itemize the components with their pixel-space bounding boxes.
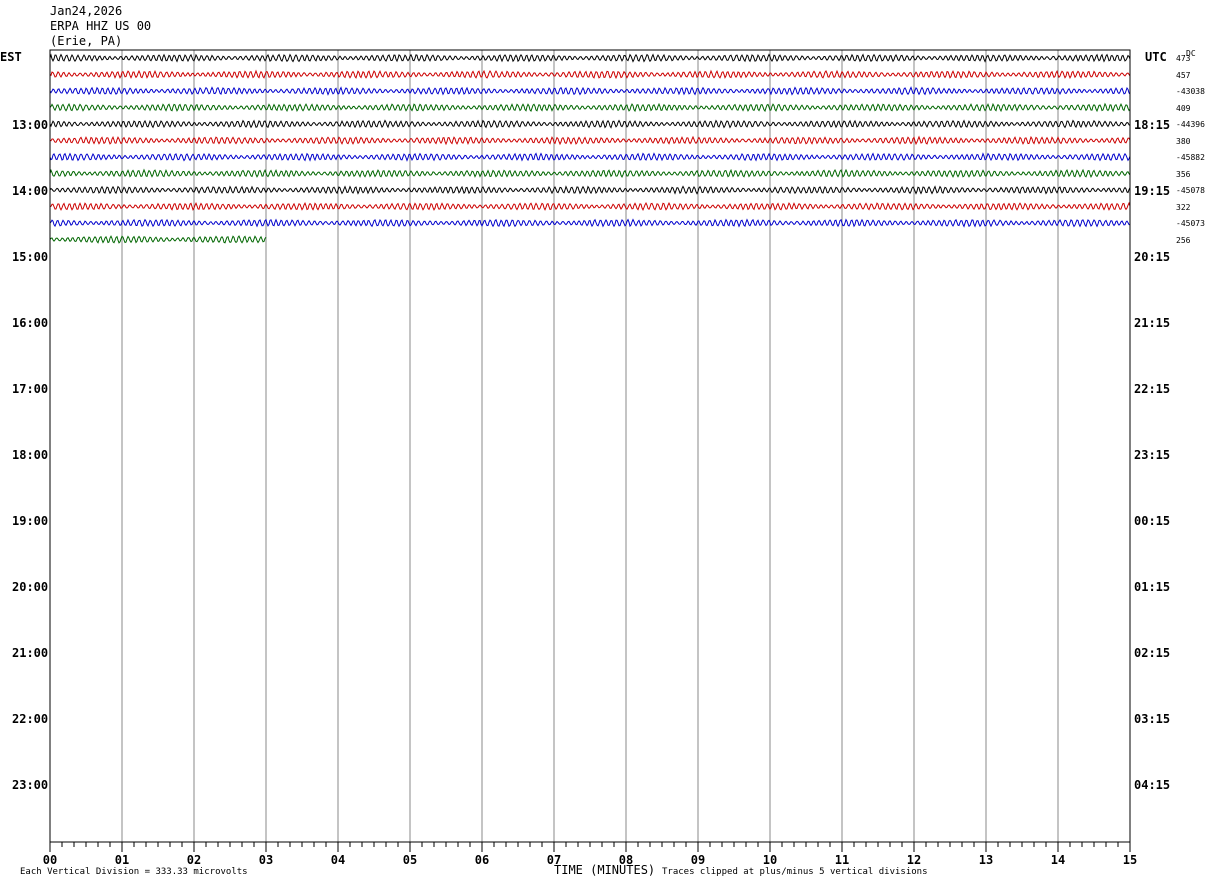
x-tick-label: 13 [978, 853, 994, 867]
trace-line [49, 218, 1131, 228]
right-hour-label: 18:15 [1134, 118, 1171, 132]
clip-note: Traces clipped at plus/minus 5 vertical … [662, 867, 928, 877]
left-hour-label: 23:00 [12, 778, 49, 792]
dc-offset-label: 457 [1176, 70, 1191, 80]
helicorder-plot [49, 49, 1131, 852]
dc-offset-label: 322 [1176, 202, 1191, 212]
left-hour-label: 18:00 [12, 448, 49, 462]
right-hour-label: 02:15 [1134, 646, 1171, 660]
right-hour-label: 23:15 [1134, 448, 1171, 462]
minute-grid [121, 50, 1059, 842]
left-hour-label: 14:00 [12, 184, 49, 198]
trace-line [49, 185, 1131, 195]
x-tick-label: 12 [906, 853, 922, 867]
x-tick-label: 05 [402, 853, 418, 867]
x-tick-label: 15 [1122, 853, 1138, 867]
trace-line [49, 235, 267, 244]
x-tick-label: 10 [762, 853, 778, 867]
trace-line [49, 86, 1131, 96]
right-timezone: UTC [1145, 50, 1167, 64]
left-hour-label: 17:00 [12, 382, 49, 396]
x-axis-ticks [49, 842, 1131, 852]
right-hour-label: 19:15 [1134, 184, 1171, 198]
right-hour-label: 22:15 [1134, 382, 1171, 396]
x-tick-label: 09 [690, 853, 706, 867]
right-hour-label: 21:15 [1134, 316, 1171, 330]
right-hour-label: 01:15 [1134, 580, 1171, 594]
left-hour-label: 21:00 [12, 646, 49, 660]
dc-offset-label: 356 [1176, 169, 1191, 179]
trace-line [49, 135, 1131, 146]
dc-offset-label: -45073 [1176, 219, 1205, 228]
station-location: (Erie, PA) [50, 34, 123, 48]
left-hour-label: 20:00 [12, 580, 49, 594]
left-hour-label: 13:00 [12, 118, 49, 132]
left-hour-label: 22:00 [12, 712, 49, 726]
station-code: ERPA HHZ US 00 [50, 19, 152, 33]
dc-offset-label: 256 [1176, 235, 1191, 245]
seismic-traces [49, 53, 1131, 244]
dc-offset-label: 473 [1176, 54, 1191, 63]
x-tick-label: 00 [42, 853, 58, 867]
scale-note: Each Vertical Division = 333.33 microvol… [20, 867, 248, 877]
right-hour-label: 04:15 [1134, 778, 1171, 792]
right-hour-label: 03:15 [1134, 712, 1171, 726]
left-timezone: EST [0, 50, 22, 64]
x-tick-label: 04 [330, 853, 346, 867]
dc-offset-label: 380 [1176, 136, 1191, 146]
dc-offset-label: -45078 [1176, 186, 1205, 195]
x-tick-label: 11 [834, 853, 850, 867]
x-axis-title: TIME (MINUTES) [554, 863, 656, 877]
dc-offset-label: -44396 [1176, 120, 1205, 129]
dc-offset-label: -45882 [1176, 153, 1205, 162]
x-tick-label: 14 [1050, 853, 1066, 867]
trace-line [49, 152, 1131, 162]
left-hour-label: 16:00 [12, 316, 49, 330]
right-hour-label: 00:15 [1134, 514, 1171, 528]
plot-frame [49, 49, 1131, 843]
dc-offset-label: 409 [1176, 103, 1191, 113]
trace-line [49, 119, 1131, 129]
x-tick-label: 02 [186, 853, 202, 867]
trace-line [49, 53, 1131, 63]
right-hour-label: 20:15 [1134, 250, 1171, 264]
trace-line [49, 102, 1131, 113]
trace-line [49, 201, 1131, 211]
x-tick-label: 03 [258, 853, 274, 867]
left-hour-label: 19:00 [12, 514, 49, 528]
x-tick-label: 06 [474, 853, 490, 867]
trace-line [49, 168, 1131, 178]
dc-offset-label: -43038 [1176, 87, 1205, 96]
trace-line [49, 69, 1131, 80]
plot-date: Jan24,2026 [50, 4, 123, 18]
x-tick-label: 01 [114, 853, 130, 867]
left-hour-label: 15:00 [12, 250, 49, 264]
